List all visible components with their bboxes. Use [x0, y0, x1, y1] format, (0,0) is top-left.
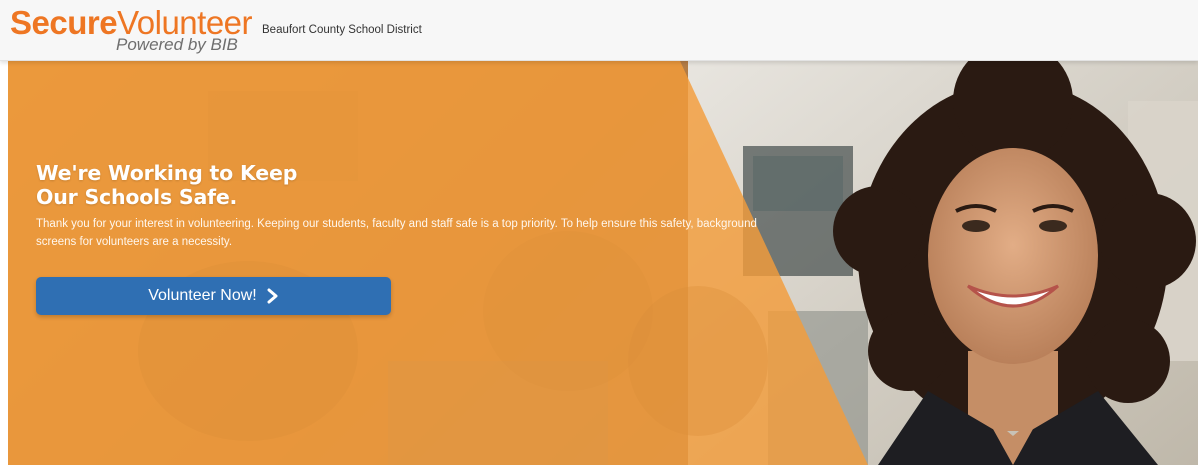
- hero-background-image: [8, 61, 1198, 465]
- hero-description: Thank you for your interest in volunteer…: [36, 218, 757, 248]
- hero-title: We're Working to Keep Our Schools Safe.: [36, 161, 776, 209]
- hero-text-block: We're Working to Keep Our Schools Safe. …: [36, 161, 776, 251]
- volunteer-now-button[interactable]: Volunteer Now!: [36, 277, 391, 315]
- hero-banner: We're Working to Keep Our Schools Safe. …: [8, 61, 1198, 465]
- logo-secure-text: Secure: [10, 4, 118, 41]
- site-header: SecureVolunteer Powered by BIB Beaufort …: [0, 0, 1198, 61]
- hero-title-line-1: We're Working to Keep: [36, 161, 298, 185]
- securevolunteer-logo[interactable]: SecureVolunteer Powered by BIB: [10, 4, 253, 60]
- volunteer-now-label: Volunteer Now!: [148, 287, 257, 304]
- logo-tagline: Powered by BIB: [116, 35, 238, 54]
- district-name: Beaufort County School District: [262, 24, 422, 36]
- hero-title-line-2: Our Schools Safe.: [36, 185, 238, 209]
- chevron-right-icon: [267, 288, 278, 304]
